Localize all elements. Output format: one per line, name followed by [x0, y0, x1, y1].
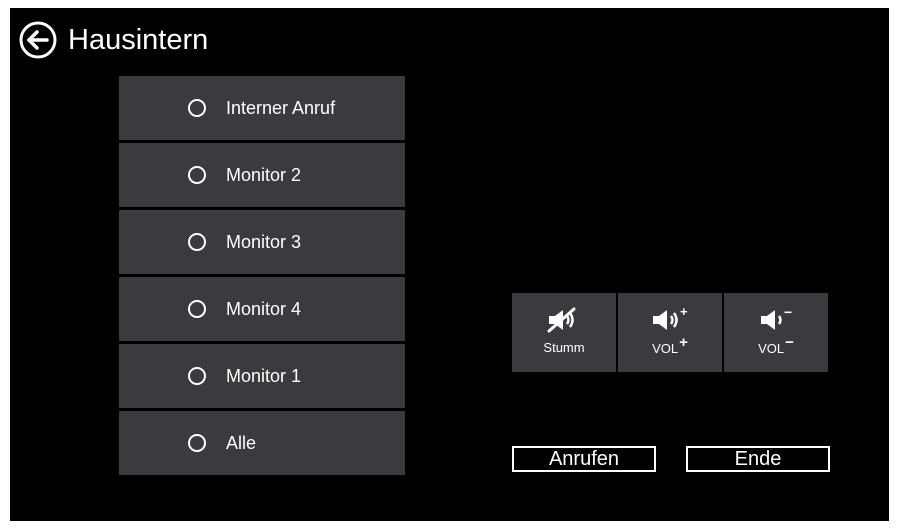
- speaker-volume-down-icon: −: [761, 306, 792, 330]
- list-item-label: Alle: [226, 432, 257, 453]
- header: Hausintern: [18, 19, 208, 61]
- volume-down-button[interactable]: − VOL−: [724, 293, 828, 372]
- page-title: Hausintern: [68, 23, 209, 56]
- back-arrow-icon[interactable]: [18, 20, 58, 60]
- speaker-muted-icon: [547, 307, 576, 333]
- list-item-label: Interner Anruf: [226, 97, 336, 118]
- speaker-volume-up-icon: +: [653, 306, 688, 330]
- volume-down-text: VOL: [758, 341, 785, 356]
- volume-up-text: VOL: [652, 341, 679, 356]
- list-item-alle[interactable]: Alle: [119, 411, 405, 475]
- radio-button[interactable]: [188, 367, 206, 385]
- radio-button[interactable]: [188, 166, 206, 184]
- target-list: Interner Anruf Monitor 2 Monitor 3 Monit…: [119, 76, 405, 478]
- list-item-monitor-1[interactable]: Monitor 1: [119, 344, 405, 408]
- list-item-monitor-3[interactable]: Monitor 3: [119, 210, 405, 274]
- radio-button[interactable]: [188, 99, 206, 117]
- mute-button[interactable]: Stumm: [512, 293, 616, 372]
- list-item-monitor-4[interactable]: Monitor 4: [119, 277, 405, 341]
- volume-down-label: VOL−: [758, 334, 794, 357]
- volume-up-button[interactable]: + VOL+: [618, 293, 722, 372]
- volume-down-sign: −: [785, 334, 794, 351]
- audio-controls: Stumm + VOL+ − VOL−: [512, 293, 828, 372]
- radio-button[interactable]: [188, 434, 206, 452]
- list-item-label: Monitor 3: [226, 231, 302, 252]
- list-item-monitor-2[interactable]: Monitor 2: [119, 143, 405, 207]
- volume-up-label: VOL+: [652, 334, 688, 357]
- intercom-screen: Hausintern Interner Anruf Monitor 2 Moni…: [10, 8, 889, 521]
- list-item-interner-anruf[interactable]: Interner Anruf: [119, 76, 405, 140]
- list-item-label: Monitor 1: [226, 365, 302, 386]
- radio-button[interactable]: [188, 233, 206, 251]
- list-item-label: Monitor 4: [226, 298, 302, 319]
- call-button[interactable]: Anrufen: [512, 446, 656, 472]
- end-button[interactable]: Ende: [686, 446, 830, 472]
- list-item-label: Monitor 2: [226, 164, 302, 185]
- mute-label: Stumm: [543, 340, 585, 355]
- volume-up-sign: +: [679, 334, 688, 351]
- radio-button[interactable]: [188, 300, 206, 318]
- volume-down-icon-sign: −: [784, 306, 792, 320]
- volume-up-icon-sign: +: [680, 306, 688, 319]
